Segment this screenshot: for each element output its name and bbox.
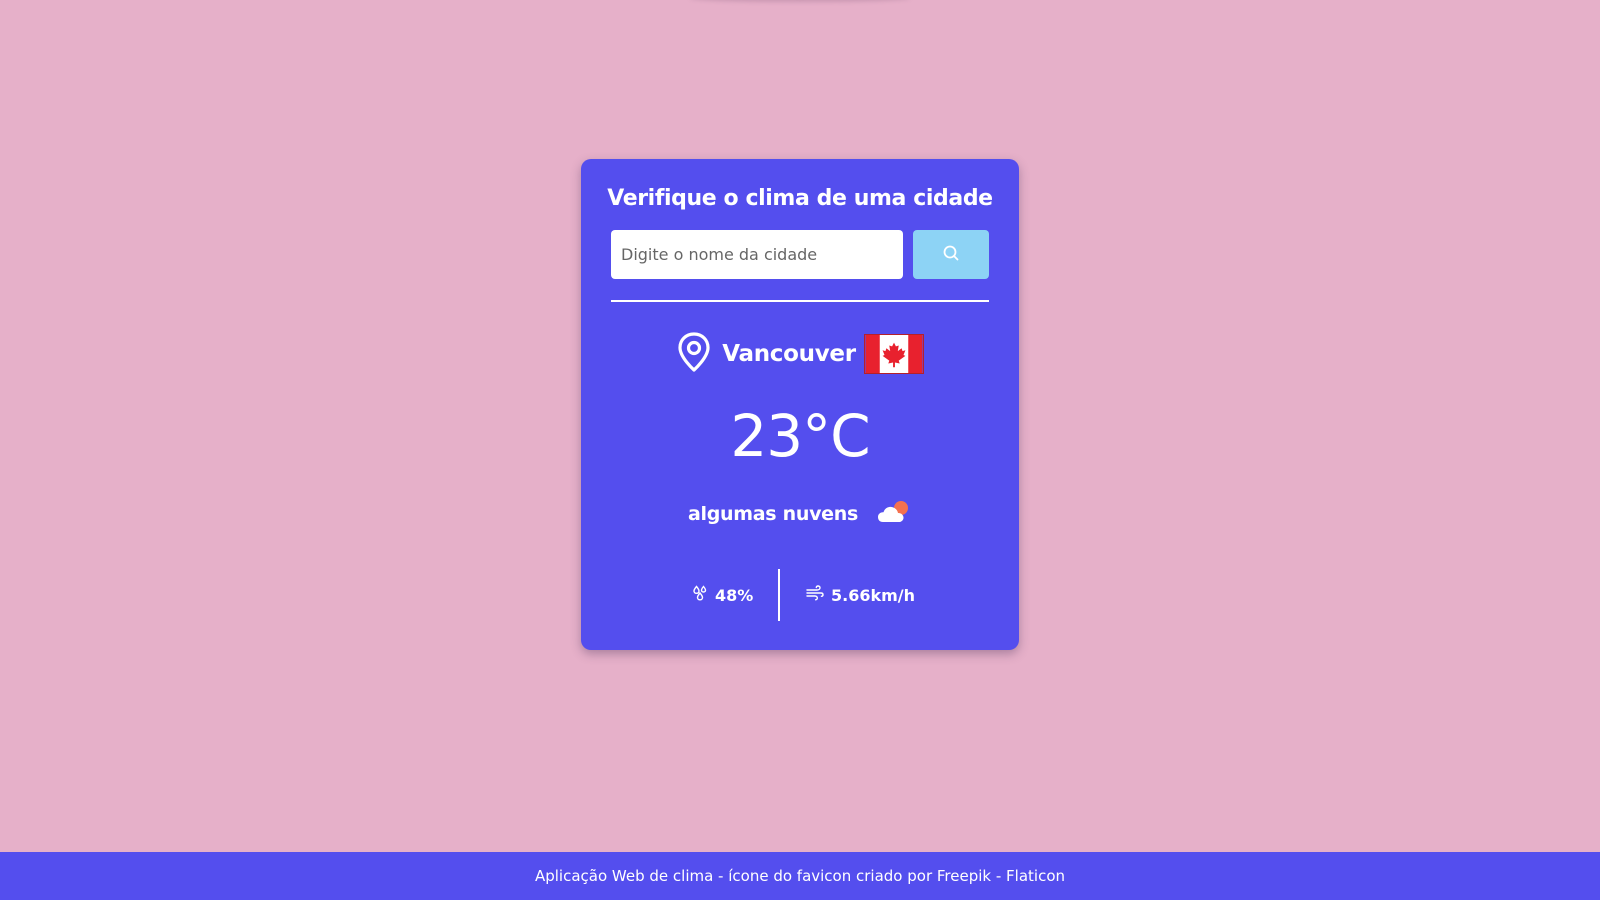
stats-row: 48% 5.66km/h — [581, 569, 1019, 621]
partly-cloudy-icon — [876, 499, 912, 529]
wind-icon — [806, 585, 831, 605]
humidity-icon — [692, 585, 715, 605]
wind-stat: 5.66km/h — [806, 583, 915, 607]
search-icon — [942, 244, 960, 265]
humidity-value: 48% — [715, 585, 754, 605]
map-pin-icon — [676, 331, 712, 377]
footer: Aplicação Web de clima - ícone do favico… — [0, 852, 1600, 900]
description-row: algumas nuvens — [581, 499, 1019, 529]
city-name: Vancouver — [722, 341, 856, 367]
city-search-input[interactable] — [611, 230, 903, 279]
weather-description: algumas nuvens — [688, 503, 858, 525]
temperature-unit: °C — [802, 402, 870, 470]
card-title: Verifique o clima de uma cidade — [607, 186, 993, 211]
canada-flag-icon — [863, 334, 924, 374]
weather-card: Verifique o clima de uma cidade Vancouve… — [581, 159, 1019, 650]
top-decoration — [690, 0, 910, 2]
temperature: 23°C — [581, 402, 1019, 470]
humidity-stat: 48% — [692, 583, 753, 607]
divider — [611, 300, 989, 302]
city-row: Vancouver — [581, 332, 1019, 376]
wind-value: 5.66km/h — [831, 585, 916, 605]
temperature-value: 23 — [730, 402, 803, 470]
footer-text: Aplicação Web de clima - ícone do favico… — [534, 867, 1066, 885]
search-button[interactable] — [913, 230, 989, 279]
stats-divider — [778, 569, 780, 621]
